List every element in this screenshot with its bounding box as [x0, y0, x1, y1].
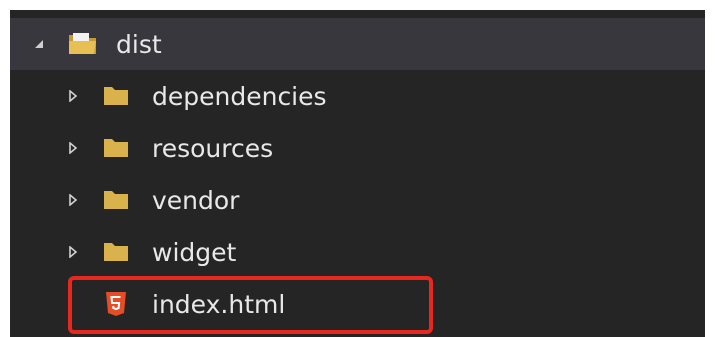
- folder-icon: [103, 240, 129, 262]
- folder-icon: [103, 136, 129, 158]
- tree-item-vendor[interactable]: vendor: [10, 174, 705, 226]
- file-explorer-tree: dist dependencies resources vendor widge…: [10, 10, 705, 337]
- collapsed-arrow-icon[interactable]: [66, 141, 80, 155]
- tree-item-dist[interactable]: dist: [10, 18, 705, 70]
- folder-open-icon: [68, 30, 98, 56]
- html5-icon: [105, 291, 127, 317]
- tree-item-dependencies[interactable]: dependencies: [10, 70, 705, 122]
- folder-icon: [103, 188, 129, 210]
- tree-item-label: index.html: [152, 290, 286, 319]
- tree-item-widget[interactable]: widget: [10, 226, 705, 278]
- expanded-arrow-icon[interactable]: [32, 37, 46, 51]
- tree-item-index-html[interactable]: index.html: [10, 278, 705, 330]
- collapsed-arrow-icon[interactable]: [66, 193, 80, 207]
- tree-item-label: dependencies: [152, 82, 327, 111]
- collapsed-arrow-icon[interactable]: [66, 245, 80, 259]
- collapsed-arrow-icon[interactable]: [66, 89, 80, 103]
- tree-item-resources[interactable]: resources: [10, 122, 705, 174]
- tree-item-label: vendor: [152, 186, 240, 215]
- tree-item-label: resources: [152, 134, 274, 163]
- tree-item-label: widget: [152, 238, 237, 267]
- folder-icon: [103, 84, 129, 106]
- tree-item-label: dist: [116, 30, 162, 59]
